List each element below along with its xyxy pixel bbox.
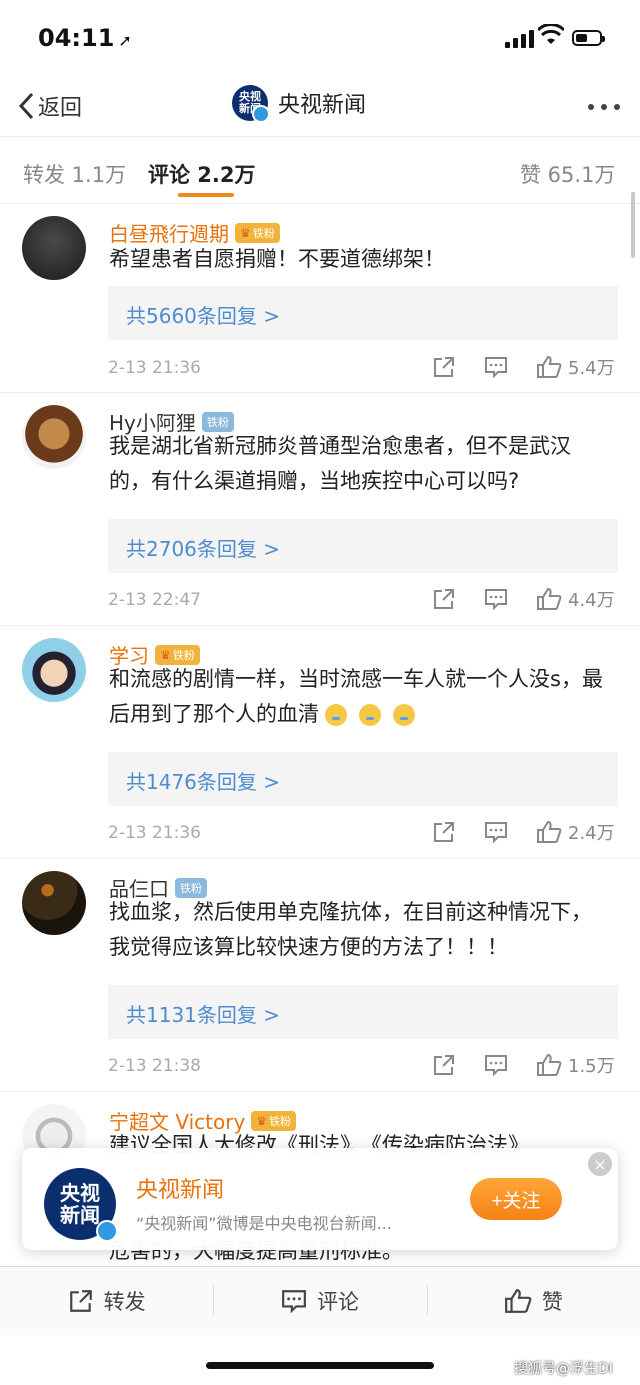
avatar[interactable] xyxy=(22,638,86,702)
tab-comment[interactable]: 评论 2.2万 xyxy=(148,159,256,189)
like-icon[interactable] xyxy=(536,355,562,379)
like-icon[interactable] xyxy=(536,1053,562,1077)
bottom-action-bar: 转发 评论 赞 xyxy=(0,1266,640,1335)
active-tab-indicator xyxy=(178,193,234,197)
crown-icon: ♛ xyxy=(160,647,171,662)
comment-item: Hy小阿狸 铁粉 我是湖北省新冠肺炎普通型治愈患者，但不是武汉的，有什么渠道捐赠，… xyxy=(0,393,640,626)
avatar[interactable] xyxy=(22,405,86,469)
crown-icon: ♛ xyxy=(240,225,251,240)
back-label: 返回 xyxy=(38,96,83,121)
tab-like[interactable]: 赞 65.1万 xyxy=(520,159,615,189)
share-icon[interactable] xyxy=(432,587,456,611)
comment-time: 2-13 21:38 xyxy=(108,1056,201,1076)
comment-button[interactable]: 评论 xyxy=(213,1267,426,1335)
tab-bar: 转发 1.1万 评论 2.2万 赞 65.1万 xyxy=(0,137,640,204)
comment-item: 白昼飛行週期 ♛ 铁粉 希望患者自愿捐赠！不要道德绑架！ 共5660条回复 > 2-… xyxy=(0,204,640,393)
replies-link[interactable]: 共2706条回复 > xyxy=(108,519,618,573)
page-title: 央视新闻 xyxy=(278,93,367,118)
reply-icon[interactable] xyxy=(484,820,508,844)
comment-actions: 5.4万 xyxy=(432,354,615,380)
sweat-emoji-icon xyxy=(325,704,347,726)
avatar[interactable] xyxy=(22,871,86,935)
close-icon[interactable]: × xyxy=(588,1152,612,1176)
like-icon[interactable] xyxy=(536,820,562,844)
repost-button[interactable]: 转发 xyxy=(0,1267,213,1335)
cctv-news-logo[interactable]: 央视 新闻 xyxy=(44,1168,118,1242)
status-bar: 04:11 ➚ xyxy=(0,0,640,76)
status-time: 04:11 ➚ xyxy=(38,24,132,52)
location-arrow-icon: ➚ xyxy=(118,31,132,50)
avatar[interactable] xyxy=(22,216,86,280)
nav-bar: 返回 央视 新闻 央视新闻 xyxy=(0,76,640,137)
follow-banner[interactable]: 央视 新闻 央视新闻 “央视新闻”微博是中央电视台新闻... +关注 × xyxy=(22,1148,618,1250)
comment-actions: 4.4万 xyxy=(432,586,615,612)
like-count: 4.4万 xyxy=(568,590,615,611)
banner-description: “央视新闻”微博是中央电视台新闻... xyxy=(136,1214,392,1233)
back-button[interactable]: 返回 xyxy=(18,90,82,122)
comment-item: 学习 ♛ 铁粉 和流感的剧情一样，当时流感一车人就一个人没s，最后用到了那个人的血清… xyxy=(0,626,640,859)
banner-account-name[interactable]: 央视新闻 xyxy=(136,1172,224,1204)
crown-icon: ♛ xyxy=(256,1113,268,1128)
more-options-icon[interactable] xyxy=(588,104,620,110)
nav-title[interactable]: 央视 新闻 央视新闻 xyxy=(232,85,367,123)
replies-link[interactable]: 共1131条回复 > xyxy=(108,985,618,1039)
comment-time: 2-13 22:47 xyxy=(108,590,201,610)
comment-time: 2-13 21:36 xyxy=(108,823,201,843)
sweat-emoji-icon xyxy=(359,704,381,726)
share-icon xyxy=(69,1290,92,1312)
comment-time: 2-13 21:36 xyxy=(108,358,201,378)
home-indicator[interactable] xyxy=(206,1362,434,1369)
sweat-emoji-icon xyxy=(393,704,415,726)
comment-item: 品仨口 铁粉 找血浆，然后使用单克隆抗体，在目前这种情况下，我觉得应该算比较快速方… xyxy=(0,859,640,1092)
like-count: 2.4万 xyxy=(568,823,615,844)
comment-actions: 1.5万 xyxy=(432,1052,615,1078)
share-icon[interactable] xyxy=(432,1053,456,1077)
cctv-news-logo: 央视 新闻 xyxy=(232,85,270,123)
reply-icon[interactable] xyxy=(484,1053,508,1077)
follow-button[interactable]: +关注 xyxy=(470,1178,562,1220)
comment-text: 我是湖北省新冠肺炎普通型治愈患者，但不是武汉的，有什么渠道捐赠，当地疾控中心可以… xyxy=(109,434,571,493)
reply-icon[interactable] xyxy=(484,355,508,379)
like-count: 5.4万 xyxy=(568,358,615,379)
verified-icon xyxy=(252,105,270,123)
comment-icon xyxy=(282,1290,306,1314)
share-icon[interactable] xyxy=(432,355,456,379)
battery-icon xyxy=(572,30,605,46)
like-count: 1.5万 xyxy=(568,1056,615,1077)
reply-icon[interactable] xyxy=(484,587,508,611)
comment-actions: 2.4万 xyxy=(432,819,615,845)
chevron-left-icon xyxy=(18,92,34,120)
fan-badge: ♛ 铁粉 xyxy=(235,222,280,243)
like-icon[interactable] xyxy=(536,587,562,611)
like-icon xyxy=(504,1289,532,1313)
like-button[interactable]: 赞 xyxy=(426,1267,640,1335)
verified-icon xyxy=(96,1220,118,1242)
signal-icon xyxy=(505,30,534,48)
tab-repost[interactable]: 转发 1.1万 xyxy=(23,159,126,189)
wifi-icon xyxy=(538,24,564,44)
comment-text: 和流感的剧情一样，当时流感一车人就一个人没s，最后用到了那个人的血清 xyxy=(109,667,603,726)
comment-text: 找血浆，然后使用单克隆抗体，在目前这种情况下，我觉得应该算比较快速方便的方法了！… xyxy=(109,900,592,959)
watermark: 搜狐号@浮生DI xyxy=(514,1361,613,1377)
share-icon[interactable] xyxy=(432,820,456,844)
replies-link[interactable]: 共1476条回复 > xyxy=(108,752,618,806)
replies-link[interactable]: 共5660条回复 > xyxy=(108,286,618,340)
comment-text: 希望患者自愿捐赠！不要道德绑架！ xyxy=(109,247,445,271)
